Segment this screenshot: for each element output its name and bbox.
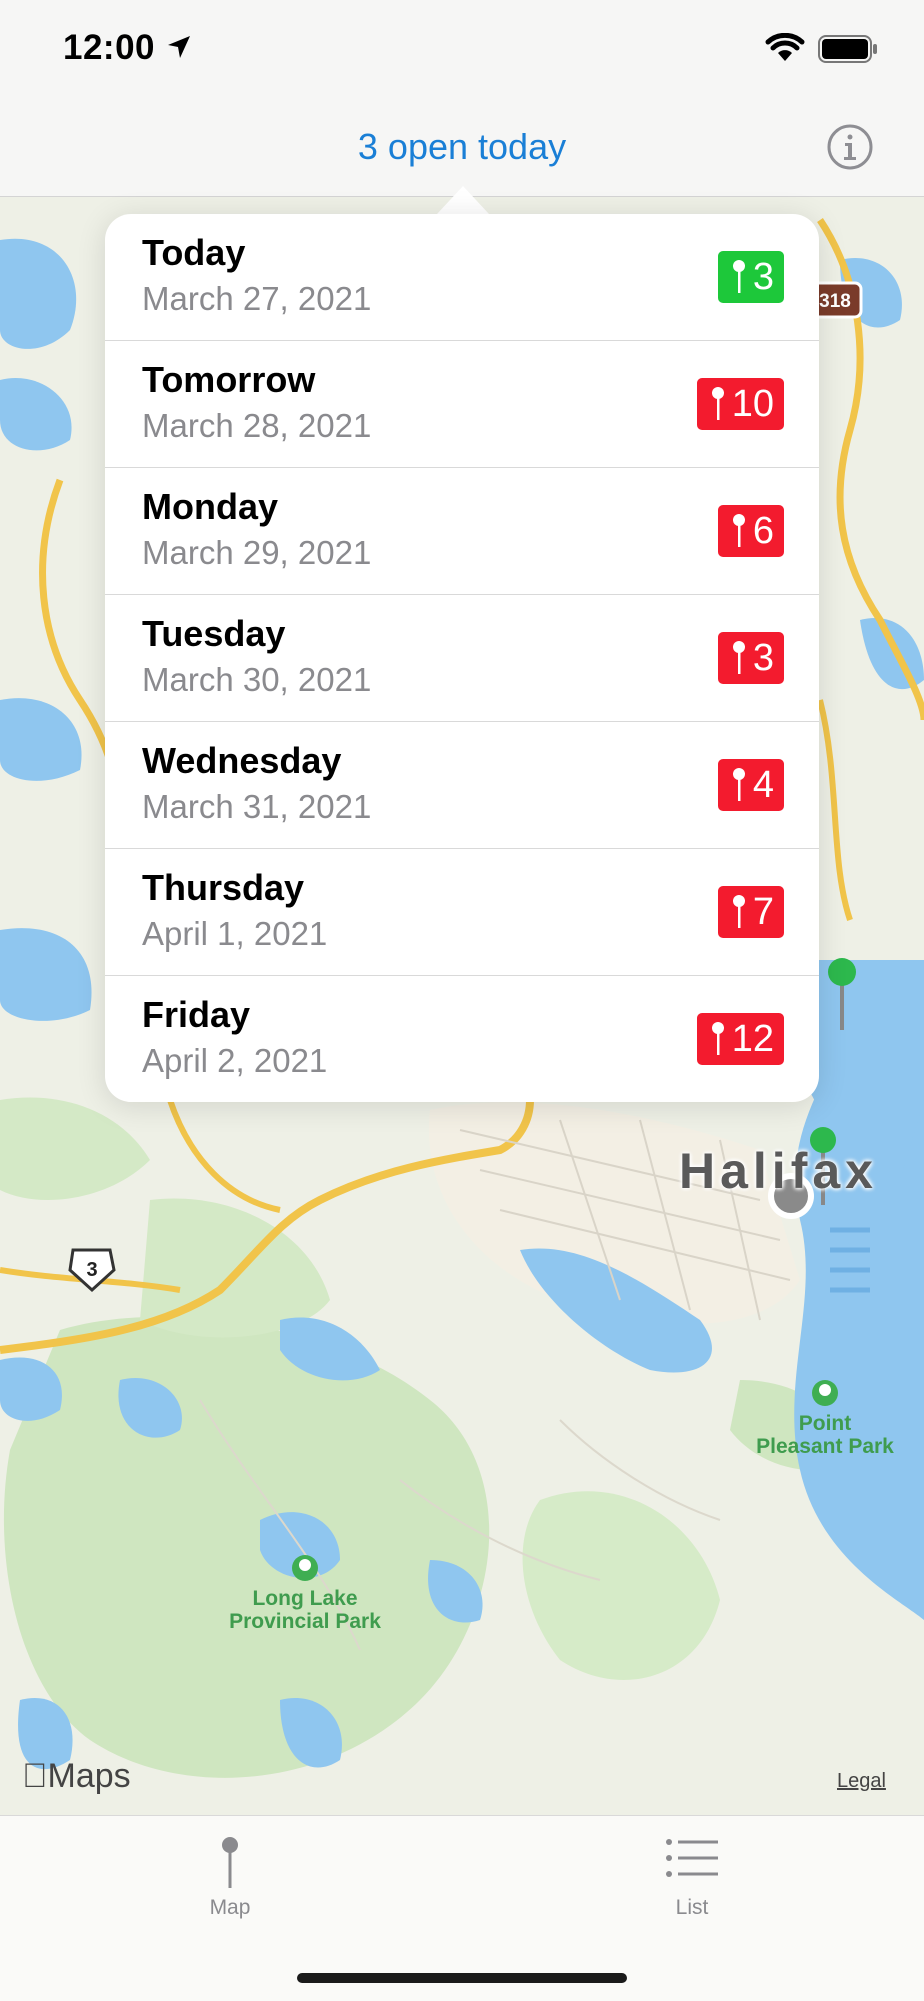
maps-logo: Maps <box>22 1757 131 1796</box>
pin-icon <box>732 768 745 801</box>
tab-map-label: Map <box>209 1896 251 1919</box>
count-badge: 7 <box>717 886 784 938</box>
home-indicator[interactable] <box>297 1973 627 1983</box>
park-label-line: Point <box>798 1412 852 1435</box>
pin-icon <box>130 1836 330 1895</box>
day-date: March 30, 2021 <box>142 661 372 698</box>
day-row-friday[interactable]: Friday April 2, 2021 12 <box>105 976 819 1102</box>
nav-title-button[interactable]: 3 open today <box>0 126 924 168</box>
navigation-bar: 3 open today <box>0 100 924 197</box>
park-label-line: Long Lake <box>252 1587 358 1610</box>
pin-icon <box>732 514 745 547</box>
day-date: March 28, 2021 <box>142 407 372 444</box>
count-badge: 4 <box>717 759 784 811</box>
days-popover: Today March 27, 2021 3 Tomorrow March 28… <box>105 214 819 1102</box>
day-name: Tuesday <box>142 613 286 654</box>
status-time: 12:00 <box>63 28 156 67</box>
day-name: Today <box>142 232 246 273</box>
legal-link[interactable]: Legal <box>837 1770 886 1793</box>
day-row-monday[interactable]: Monday March 29, 2021 6 <box>105 468 819 595</box>
count-value: 4 <box>752 763 774 806</box>
day-date: April 2, 2021 <box>142 1042 328 1079</box>
day-name: Friday <box>142 994 251 1035</box>
maps-logo-text: Maps <box>22 1757 131 1795</box>
day-date: March 27, 2021 <box>142 280 372 317</box>
day-row-tuesday[interactable]: Tuesday March 30, 2021 3 <box>105 595 819 722</box>
pin-icon <box>732 895 745 928</box>
day-name: Tomorrow <box>142 359 316 400</box>
count-value: 10 <box>731 382 774 425</box>
location-arrow-icon <box>168 36 190 58</box>
count-badge: 12 <box>696 1013 784 1065</box>
tab-map[interactable]: Map <box>130 1816 330 1936</box>
count-value: 12 <box>731 1017 774 1060</box>
list-icon <box>592 1836 792 1885</box>
day-name: Thursday <box>142 867 305 908</box>
day-name: Wednesday <box>142 740 342 781</box>
count-value: 3 <box>752 255 774 298</box>
pin-icon <box>711 387 724 420</box>
status-bar: 12:00 <box>0 0 924 100</box>
pin-icon <box>732 260 745 293</box>
pin-icon <box>732 641 745 674</box>
day-row-thursday[interactable]: Thursday April 1, 2021 7 <box>105 849 819 976</box>
day-row-today[interactable]: Today March 27, 2021 3 <box>105 214 819 341</box>
park-label-line: Pleasant Park <box>756 1435 894 1458</box>
info-icon[interactable] <box>826 123 874 171</box>
svg-text:3: 3 <box>86 1259 97 1281</box>
park-label-line: Provincial Park <box>229 1610 381 1633</box>
count-badge: 6 <box>717 505 784 557</box>
apple-icon:  <box>22 1757 48 1795</box>
tab-list-label: List <box>675 1896 709 1919</box>
count-badge: 3 <box>717 251 784 303</box>
pin-icon <box>711 1022 724 1055</box>
park-label-long-lake: Long Lake Provincial Park <box>200 1587 410 1633</box>
day-date: March 31, 2021 <box>142 788 372 825</box>
count-value: 7 <box>752 890 774 933</box>
wifi-icon <box>765 33 805 61</box>
day-row-wednesday[interactable]: Wednesday March 31, 2021 4 <box>105 722 819 849</box>
svg-text:318: 318 <box>819 291 851 312</box>
tab-list[interactable]: List <box>592 1816 792 1936</box>
count-badge: 3 <box>717 632 784 684</box>
count-badge: 10 <box>696 378 784 430</box>
day-row-tomorrow[interactable]: Tomorrow March 28, 2021 10 <box>105 341 819 468</box>
popover-arrow <box>437 186 489 214</box>
day-date: March 29, 2021 <box>142 534 372 571</box>
park-label-point-pleasant: Point Pleasant Park <box>740 1412 910 1458</box>
city-label: Halifax <box>679 1143 878 1199</box>
battery-icon <box>818 35 877 63</box>
count-value: 6 <box>752 509 774 552</box>
day-date: April 1, 2021 <box>142 915 328 952</box>
day-name: Monday <box>142 486 279 527</box>
count-value: 3 <box>752 636 774 679</box>
